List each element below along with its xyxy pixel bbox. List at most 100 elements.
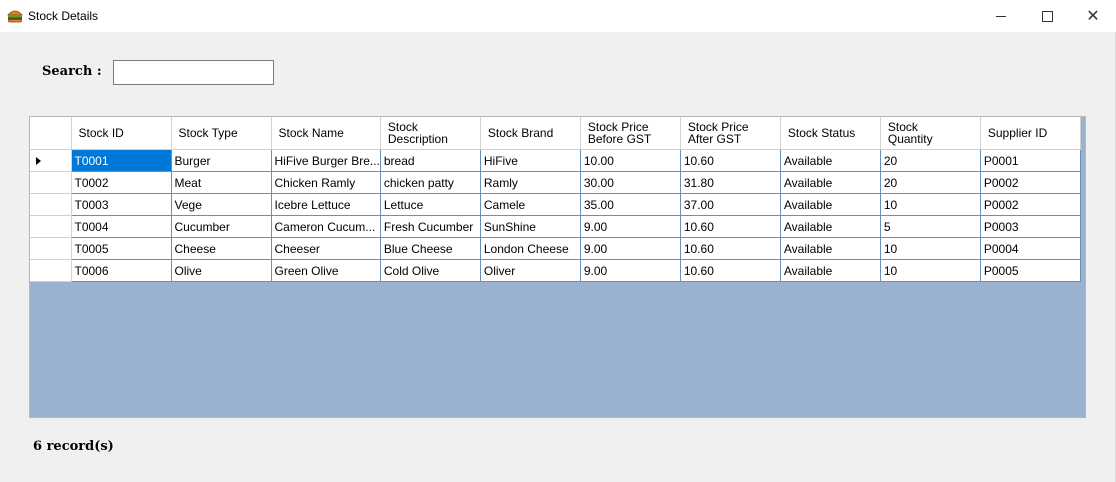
table-cell[interactable]: London Cheese <box>479 237 581 260</box>
table-cell[interactable]: Meat <box>170 171 272 194</box>
title-bar[interactable]: Stock Details ✕ <box>0 0 1116 32</box>
table-cell[interactable]: P0002 <box>979 171 1081 194</box>
row-header[interactable] <box>30 259 72 282</box>
table-cell[interactable]: 35.00 <box>579 193 681 216</box>
table-cell[interactable]: HiFive <box>479 149 581 172</box>
table-cell[interactable]: bread <box>379 149 481 172</box>
table-cell[interactable]: P0004 <box>979 237 1081 260</box>
table-cell[interactable]: Available <box>779 237 881 260</box>
table-cell[interactable]: Lettuce <box>379 193 481 216</box>
search-input[interactable] <box>113 60 274 85</box>
table-cell[interactable]: 20 <box>879 149 981 172</box>
table-cell[interactable]: P0001 <box>979 149 1081 172</box>
table-cell[interactable]: Cold Olive <box>379 259 481 282</box>
table-cell[interactable]: Available <box>779 215 881 238</box>
table-cell[interactable]: Camele <box>479 193 581 216</box>
column-header[interactable]: Stock Type <box>171 117 272 150</box>
column-header[interactable]: Stock ID <box>71 117 172 150</box>
table-cell[interactable]: T0003 <box>70 193 172 216</box>
minimize-icon <box>996 15 1006 17</box>
maximize-icon <box>1041 10 1053 22</box>
burger-icon <box>7 9 23 23</box>
table-row[interactable]: T0005 Cheese Cheeser Blue Cheese London Chee… <box>30 237 1081 260</box>
table-cell[interactable]: Green Olive <box>270 259 381 282</box>
table-cell[interactable]: Vege <box>170 193 272 216</box>
table-cell[interactable]: 9.00 <box>579 215 681 238</box>
table-cell[interactable]: Available <box>779 193 881 216</box>
column-header[interactable]: Stock Description <box>380 117 481 150</box>
table-cell[interactable]: Burger <box>170 149 272 172</box>
table-cell[interactable]: P0003 <box>979 215 1081 238</box>
table-cell[interactable]: 10.60 <box>679 215 781 238</box>
table-cell[interactable]: T0001 <box>70 149 172 172</box>
table-cell[interactable]: Oliver <box>479 259 581 282</box>
table-cell[interactable]: chicken patty <box>379 171 481 194</box>
column-header[interactable]: Stock Quantity <box>880 117 981 150</box>
table-cell[interactable]: Blue Cheese <box>379 237 481 260</box>
table-cell[interactable]: Cameron Cucum... <box>270 215 381 238</box>
table-cell[interactable]: 10.00 <box>579 149 681 172</box>
stock-details-window: Stock Details ✕ Search : Stock ID Stock T… <box>0 0 1116 482</box>
record-count: 6 record(s) <box>33 439 114 454</box>
column-header[interactable]: Supplier ID <box>980 117 1081 150</box>
table-cell[interactable]: Chicken Ramly <box>270 171 381 194</box>
maximize-button[interactable] <box>1024 0 1070 32</box>
table-cell[interactable]: 10 <box>879 259 981 282</box>
table-cell[interactable]: Icebre Lettuce <box>270 193 381 216</box>
row-header[interactable] <box>30 171 72 194</box>
window-title: Stock Details <box>28 9 99 23</box>
table-cell[interactable]: Available <box>779 171 881 194</box>
table-cell[interactable]: Fresh Cucumber <box>379 215 481 238</box>
table-cell[interactable]: 37.00 <box>679 193 781 216</box>
table-cell[interactable]: Olive <box>170 259 272 282</box>
table-cell[interactable]: P0005 <box>979 259 1081 282</box>
row-header[interactable] <box>30 193 72 216</box>
table-cell[interactable]: T0004 <box>70 215 172 238</box>
table-cell[interactable]: 31.80 <box>679 171 781 194</box>
table-row[interactable]: T0003 Vege Icebre Lettuce Lettuce Camele 35.0… <box>30 193 1081 216</box>
table-cell[interactable]: 10 <box>879 237 981 260</box>
stock-table: Stock ID Stock Type Stock Name Stock Descri… <box>30 117 1081 282</box>
table-cell[interactable]: 20 <box>879 171 981 194</box>
table-cell[interactable]: Cucumber <box>170 215 272 238</box>
table-row[interactable]: T0006 Olive Green Olive Cold Olive Oliver 9.0… <box>30 259 1081 282</box>
table-row[interactable]: T0002 Meat Chicken Ramly chicken patty Ramly… <box>30 171 1081 194</box>
close-button[interactable]: ✕ <box>1070 0 1116 32</box>
row-header-corner[interactable] <box>30 117 72 150</box>
table-cell[interactable]: Cheeser <box>270 237 381 260</box>
table-cell[interactable]: 10.60 <box>679 259 781 282</box>
minimize-button[interactable] <box>978 0 1024 32</box>
current-row-pointer-icon <box>36 157 41 165</box>
table-cell[interactable]: 9.00 <box>579 259 681 282</box>
search-label: Search : <box>42 64 102 79</box>
table-cell[interactable]: HiFive Burger Bre... <box>270 149 381 172</box>
stock-data-grid[interactable]: Stock ID Stock Type Stock Name Stock Descri… <box>29 116 1086 418</box>
column-header[interactable]: Stock Price After GST <box>680 117 781 150</box>
close-icon: ✕ <box>1086 6 1100 25</box>
row-header[interactable] <box>30 149 72 172</box>
table-cell[interactable]: 30.00 <box>579 171 681 194</box>
table-row[interactable]: T0004 Cucumber Cameron Cucum... Fresh Cucum… <box>30 215 1081 238</box>
table-row[interactable]: T0001 Burger HiFive Burger Bre... bread HiFi… <box>30 149 1081 172</box>
table-cell[interactable]: SunShine <box>479 215 581 238</box>
table-cell[interactable]: T0006 <box>70 259 172 282</box>
column-header[interactable]: Stock Name <box>271 117 381 150</box>
table-cell[interactable]: T0002 <box>70 171 172 194</box>
table-cell[interactable]: P0002 <box>979 193 1081 216</box>
column-header[interactable]: Stock Brand <box>480 117 581 150</box>
table-cell[interactable]: Cheese <box>170 237 272 260</box>
column-header[interactable]: Stock Status <box>780 117 881 150</box>
header-row: Stock ID Stock Type Stock Name Stock Descri… <box>30 117 1081 150</box>
table-cell[interactable]: 5 <box>879 215 981 238</box>
row-header[interactable] <box>30 237 72 260</box>
table-cell[interactable]: 10.60 <box>679 237 781 260</box>
table-cell[interactable]: Available <box>779 149 881 172</box>
row-header[interactable] <box>30 215 72 238</box>
column-header[interactable]: Stock Price Before GST <box>580 117 681 150</box>
table-cell[interactable]: Ramly <box>479 171 581 194</box>
table-cell[interactable]: 10.60 <box>679 149 781 172</box>
table-cell[interactable]: Available <box>779 259 881 282</box>
table-cell[interactable]: 9.00 <box>579 237 681 260</box>
table-cell[interactable]: 10 <box>879 193 981 216</box>
table-cell[interactable]: T0005 <box>70 237 172 260</box>
